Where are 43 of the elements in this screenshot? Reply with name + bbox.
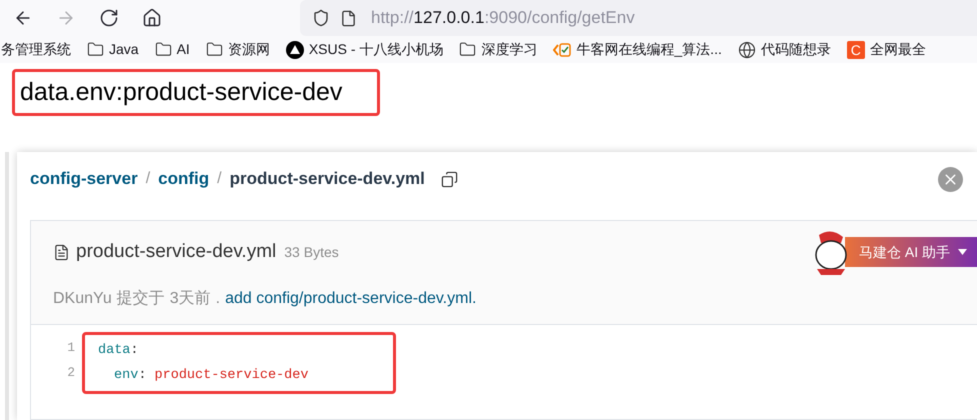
folder-icon: [206, 41, 223, 58]
commit-time: 3天前: [170, 289, 211, 309]
commit-author: DKunYu: [53, 289, 112, 309]
assistant-button[interactable]: 马建仓 AI 助手: [844, 237, 977, 267]
caret-icon: [958, 249, 967, 255]
code-line: env: product-service-dev: [113, 367, 310, 385]
file-size: 33 Bytes: [284, 242, 339, 262]
breadcrumb-separator: /: [217, 169, 222, 189]
bookmark-link[interactable]: 务管理系统: [1, 39, 71, 60]
commit-verb: 提交于: [116, 288, 165, 309]
folder-icon: [87, 41, 104, 58]
response-text: data.env:product-service-dev: [20, 76, 342, 108]
close-button[interactable]: [938, 166, 963, 192]
folder-icon: [154, 41, 172, 58]
bookmark-link[interactable]: 牛客网在线编程_算法...: [576, 39, 722, 60]
bookmark-link[interactable]: 深度学习: [481, 39, 538, 60]
bookmark-link[interactable]: 全网最全: [870, 39, 926, 60]
line-number: 2: [66, 364, 76, 382]
code-badge-icon: [553, 42, 572, 58]
breadcrumb-separator: /: [146, 169, 150, 189]
bookmark-link[interactable]: AI: [176, 39, 190, 60]
url-text: http://127.0.0.1:9090/config/getEnv: [371, 7, 635, 30]
folder-icon: [459, 41, 476, 58]
copy-icon[interactable]: [440, 170, 458, 188]
bookmark-link[interactable]: 代码随想录: [760, 39, 831, 60]
globe-icon: [738, 40, 756, 58]
shield-icon: [312, 9, 330, 27]
triangle-logo-icon: [286, 40, 304, 58]
line-number: 1: [66, 339, 76, 357]
bookmark-link[interactable]: XSUS - 十八线小机场: [308, 39, 444, 60]
file-name: product-service-dev.yml: [76, 240, 276, 264]
letter-logo-icon: C: [846, 40, 865, 58]
page-icon: [340, 10, 357, 26]
breadcrumb-link[interactable]: config: [158, 166, 210, 192]
commit-message-link[interactable]: add config/product-service-dev.yml.: [225, 287, 476, 311]
address-bar[interactable]: http://127.0.0.1:9090/config/getEnv: [300, 0, 977, 36]
breadcrumb-link[interactable]: product-service-dev.yml: [230, 166, 425, 192]
bookmark-link[interactable]: 资源网: [228, 39, 270, 60]
code-line: data:: [98, 342, 140, 360]
bookmark-link[interactable]: Java: [109, 39, 139, 60]
file-icon: [53, 244, 70, 260]
commit-dot: .: [216, 289, 220, 309]
breadcrumb-link[interactable]: config-server: [30, 166, 138, 192]
